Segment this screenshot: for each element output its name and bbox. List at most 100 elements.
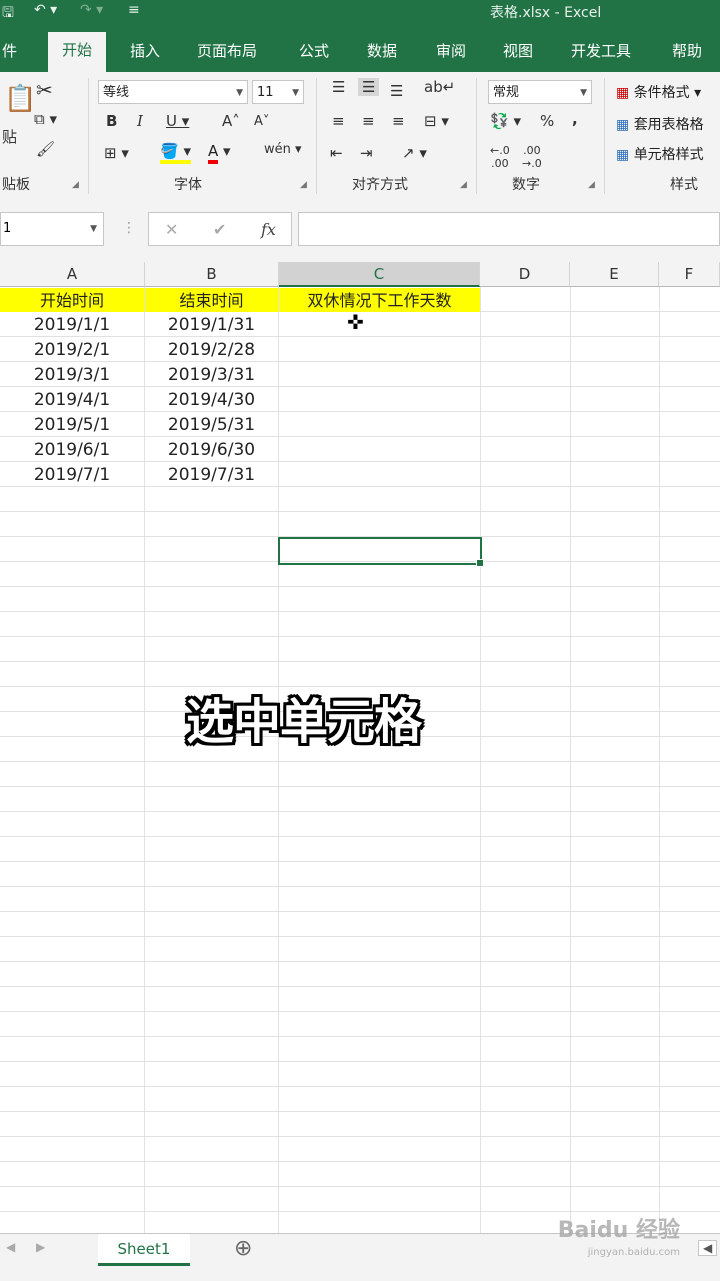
fill-handle[interactable] [476,559,484,567]
cell-a1[interactable]: 开始时间 [0,288,144,312]
align-top-icon[interactable]: ☰ [332,78,345,96]
clipboard-launcher-icon[interactable]: ◢ [72,180,79,190]
save-icon[interactable]: 🖫 [2,2,14,26]
cell-b5[interactable]: 2019/4/30 [145,388,278,412]
cell-a6[interactable]: 2019/5/1 [0,413,144,437]
format-as-table-button[interactable]: ▦ 套用表格格 [616,114,704,134]
column-header-e[interactable]: E [570,262,659,287]
divider [88,78,89,194]
merge-center-icon[interactable]: ⊟ ▾ [424,112,449,130]
tab-file[interactable]: 件 [2,40,17,61]
cut-icon[interactable]: ✂ [36,78,53,102]
font-name-select[interactable]: 等线 ▼ [98,80,248,104]
tab-data[interactable]: 数据 [367,40,397,61]
cell-b3[interactable]: 2019/2/28 [145,338,278,362]
undo-icon[interactable]: ↶ ▾ [34,2,57,18]
column-header-b[interactable]: B [145,262,279,287]
borders-icon[interactable]: ⊞ ▾ [104,144,129,162]
divider [604,78,605,194]
conditional-formatting-button[interactable]: ▦ 条件格式 ▾ [616,82,701,102]
decrease-indent-icon[interactable]: ⇤ [330,144,343,162]
cell-c1[interactable]: 双休情况下工作天数 [279,288,480,312]
number-format-select[interactable]: 常规 ▼ [488,80,592,104]
sheet-scroll-right-icon[interactable]: ▶ [36,1240,45,1254]
font-size-select[interactable]: 11 ▼ [252,80,304,104]
cell-a5[interactable]: 2019/4/1 [0,388,144,412]
chevron-down-icon: ▼ [236,88,243,98]
watermark-brand: Baidu 经验 [557,1218,680,1243]
percent-icon[interactable]: % [540,112,554,130]
align-middle-icon[interactable]: ☰ [358,78,380,96]
font-color-icon[interactable]: A ▾ [208,142,231,164]
comma-style-icon[interactable]: , [572,110,578,128]
orientation-icon[interactable]: ↗ ▾ [402,144,427,162]
active-cell-selection[interactable] [278,537,484,567]
column-header-c[interactable]: C [279,262,480,287]
sheet-scroll-left-icon[interactable]: ◀ [6,1240,15,1254]
add-sheet-icon[interactable]: ⊕ [234,1236,252,1261]
clipboard-group-label: 贴板 [2,177,30,193]
italic-icon[interactable]: I [137,112,143,130]
tab-insert[interactable]: 插入 [130,40,160,61]
tab-home[interactable]: 开始 [48,32,107,72]
align-right-icon[interactable]: ≡ [392,112,405,130]
format-as-table-icon: ▦ [616,117,630,133]
tab-page-layout[interactable]: 页面布局 [197,40,257,61]
cell-a3[interactable]: 2019/2/1 [0,338,144,362]
fill-color-icon[interactable]: 🪣 ▾ [160,142,191,164]
tab-view[interactable]: 视图 [503,40,533,61]
copy-icon[interactable]: ⧉ ▾ [34,110,57,128]
horizontal-scroll-left-icon[interactable]: ◀ [698,1240,718,1256]
customize-qat-icon[interactable]: ≡ [128,2,140,18]
sheet-tab-sheet1[interactable]: Sheet1 [98,1234,190,1266]
align-left-icon[interactable]: ≡ [332,112,345,130]
insert-function-icon[interactable]: fx [261,220,276,239]
column-header-d[interactable]: D [480,262,570,287]
cell-a7[interactable]: 2019/6/1 [0,438,144,462]
tab-developer[interactable]: 开发工具 [571,40,631,61]
underline-icon[interactable]: U ▾ [166,112,189,130]
cell-b2[interactable]: 2019/1/31 [145,313,278,337]
cancel-icon[interactable]: ✕ [165,220,178,239]
cell-b8[interactable]: 2019/7/31 [145,463,278,487]
phonetic-icon[interactable]: wén ▾ [264,142,302,157]
name-box[interactable]: 1 ▼ [0,212,104,246]
tab-help[interactable]: 帮助 [672,40,702,61]
paste-icon[interactable]: 📋 [4,84,36,114]
increase-indent-icon[interactable]: ⇥ [360,144,373,162]
redo-icon[interactable]: ↷ ▾ [80,2,103,18]
conditional-formatting-icon: ▦ [616,85,630,101]
formula-bar: 1 ▼ ⋮ ✕ ✔ fx [0,200,720,262]
column-header-a[interactable]: A [0,262,145,287]
tab-review[interactable]: 审阅 [436,40,466,61]
cell-a8[interactable]: 2019/7/1 [0,463,144,487]
font-launcher-icon[interactable]: ◢ [300,180,307,190]
cell-a2[interactable]: 2019/1/1 [0,313,144,337]
enter-icon[interactable]: ✔ [213,220,226,239]
bold-icon[interactable]: B [106,112,117,130]
number-launcher-icon[interactable]: ◢ [588,180,595,190]
align-center-icon[interactable]: ≡ [362,112,375,130]
formula-input[interactable] [298,212,720,246]
alignment-launcher-icon[interactable]: ◢ [460,180,467,190]
cell-styles-button[interactable]: ▦ 单元格样式 [616,144,704,164]
accounting-format-icon[interactable]: 💱 ▾ [490,112,521,130]
cell-b6[interactable]: 2019/5/31 [145,413,278,437]
column-header-f[interactable]: F [659,262,720,287]
decrease-decimal-icon[interactable]: .00 →.0 [522,144,542,170]
window-title: 表格.xlsx - Excel [490,5,602,21]
font-name-value: 等线 [103,85,130,100]
wrap-text-icon[interactable]: ab↵ [424,78,455,96]
increase-decimal-icon[interactable]: ←.0.00 [490,144,510,170]
cell-a4[interactable]: 2019/3/1 [0,363,144,387]
increase-font-icon[interactable]: A˄ [222,112,240,130]
cell-styles-icon: ▦ [616,147,630,163]
decrease-font-icon[interactable]: A˅ [254,114,269,129]
paste-label[interactable]: 贴 [2,126,17,147]
tab-formulas[interactable]: 公式 [299,40,329,61]
cell-b1[interactable]: 结束时间 [145,288,278,312]
cell-b4[interactable]: 2019/3/31 [145,363,278,387]
cell-b7[interactable]: 2019/6/30 [145,438,278,462]
align-bottom-icon[interactable]: ☰ [390,82,403,100]
format-painter-icon[interactable]: 🖌 [36,140,55,158]
